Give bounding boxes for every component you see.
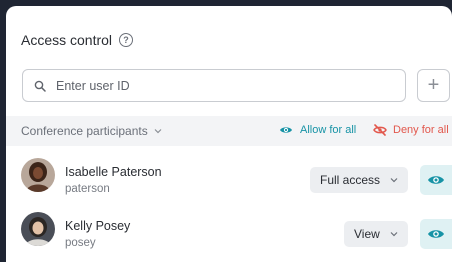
user-search-box[interactable] — [22, 69, 406, 102]
search-icon — [34, 80, 46, 92]
access-level-value: Full access — [320, 173, 381, 187]
add-user-button[interactable]: + — [417, 69, 450, 102]
deny-for-all-label: Deny for all — [393, 124, 449, 136]
participant-name: Kelly Posey — [65, 219, 131, 233]
participant-row: Isabelle Paterson paterson Full access — [6, 148, 452, 202]
help-icon[interactable]: ? — [119, 33, 134, 47]
eye-icon — [428, 176, 444, 184]
participant-username: paterson — [65, 183, 110, 195]
plus-icon: + — [427, 74, 440, 96]
participant-row: Kelly Posey posey View — [6, 202, 452, 256]
access-level-dropdown[interactable]: Full access — [310, 167, 409, 193]
participant-username: posey — [65, 237, 96, 249]
avatar — [21, 212, 55, 246]
avatar — [21, 158, 55, 192]
chevron-down-icon — [154, 129, 162, 134]
toggle-visibility-button[interactable] — [420, 165, 452, 195]
access-level-value: View — [354, 227, 380, 241]
access-control-panel: Access control ? + Conference participan… — [6, 6, 452, 262]
chevron-down-icon — [390, 178, 398, 183]
eye-icon — [428, 230, 444, 238]
group-label: Conference participants — [21, 124, 148, 138]
participant-name: Isabelle Paterson — [65, 165, 162, 179]
toggle-visibility-button[interactable] — [420, 219, 452, 249]
eye-off-icon — [373, 124, 387, 136]
allow-for-all-button[interactable]: Allow for all — [279, 124, 356, 136]
chevron-down-icon — [390, 232, 398, 237]
allow-for-all-label: Allow for all — [300, 124, 357, 136]
deny-for-all-button[interactable]: Deny for all — [373, 124, 449, 136]
user-id-input[interactable] — [54, 77, 378, 94]
participants-toolbar: Conference participants Allow for all De… — [6, 116, 452, 146]
eye-icon — [280, 127, 292, 133]
participants-group-dropdown[interactable]: Conference participants — [21, 124, 162, 138]
panel-title: Access control — [21, 32, 113, 48]
panel-header: Access control ? — [21, 32, 134, 48]
access-level-dropdown[interactable]: View — [344, 221, 408, 247]
